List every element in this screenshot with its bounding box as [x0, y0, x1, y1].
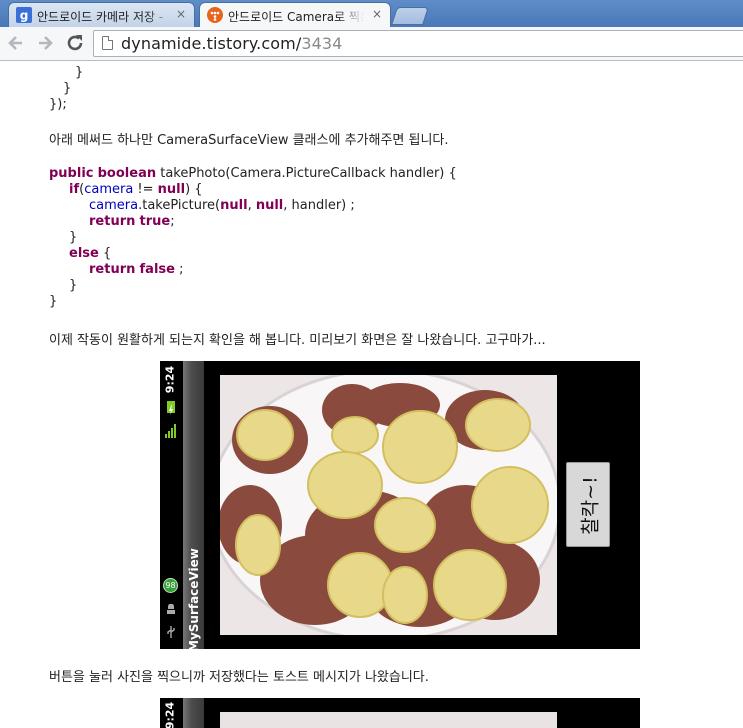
code-field: camera [84, 182, 134, 197]
code-line: } [69, 230, 78, 245]
page-icon [102, 36, 113, 50]
code-field: camera [89, 198, 139, 213]
code-keyword: null [157, 182, 186, 197]
tab-close-icon[interactable]: × [176, 7, 186, 21]
shutter-label: 찰칵~! [579, 476, 602, 535]
status-time: 9:24 [163, 365, 177, 394]
new-tab-button[interactable] [391, 7, 429, 25]
android-screenshot: 9:24 [160, 698, 640, 728]
code-keyword: public [49, 166, 94, 181]
back-arrow-icon[interactable] [5, 32, 27, 54]
code-keyword: false [139, 262, 175, 277]
tab-android-camera-save[interactable]: g 안드로이드 카메라 저장 - × [8, 2, 195, 27]
sweet-potato-preview-image [220, 375, 557, 635]
code-keyword: return [89, 214, 136, 229]
android-status-bar: 9:24 98 [160, 361, 181, 649]
app-title: MySurfaceView [187, 548, 201, 652]
url-path: 3434 [301, 34, 343, 53]
paragraph: 버튼을 눌러 사진을 찍으니까 저장했다는 토스트 메시지가 나왔습니다. [49, 670, 429, 685]
code-keyword: true [139, 214, 171, 229]
code-keyword: else [69, 246, 99, 261]
usb-icon [167, 626, 175, 638]
code-keyword: if [69, 182, 80, 197]
code-text: , [247, 198, 256, 213]
code-line: public boolean takePhoto(Camera.PictureC… [49, 166, 457, 181]
saved-photo-image [220, 712, 557, 728]
code-line: } [75, 65, 84, 80]
code-line: } [69, 278, 78, 293]
shutter-button[interactable]: 찰칵~! [566, 462, 610, 547]
code-keyword: return [89, 262, 136, 277]
signal-icon [165, 424, 176, 438]
tab-android-camera-photo[interactable]: 안드로이드 Camera로 찍은 × [199, 2, 391, 27]
code-text: takePhoto(Camera.PictureCallback handler… [156, 166, 457, 181]
code-line: return false ; [89, 262, 183, 277]
code-text: ) { [185, 182, 203, 197]
code-text: ; [170, 214, 175, 229]
code-text: .takePicture( [138, 198, 221, 213]
paragraph: 이제 작동이 원활하게 되는지 확인을 해 봅니다. 미리보기 화면은 잘 나왔… [49, 333, 546, 348]
clipped-code-line: g ( ) ; [67, 61, 198, 62]
app-title-bar: MySurfaceView [183, 361, 204, 652]
tab-title: 안드로이드 카메라 저장 - [37, 10, 164, 24]
reload-icon[interactable] [64, 32, 86, 54]
code-text: != [133, 182, 158, 197]
code-line: camera.takePicture(null, null, handler) … [89, 198, 355, 213]
google-g-icon: g [16, 7, 32, 23]
code-text: , handler) ; [283, 198, 355, 213]
status-time: 9:24 [163, 701, 177, 728]
code-line: } [63, 81, 72, 96]
app-title-bar [183, 698, 204, 728]
address-bar[interactable]: dynamide.tistory.com/3434 [93, 30, 743, 57]
code-line: else { [69, 246, 111, 261]
url-host: dynamide.tistory.com/ [121, 34, 302, 53]
battery-icon [167, 401, 175, 415]
code-line: } [49, 294, 58, 309]
code-keyword: boolean [97, 166, 157, 181]
paragraph: 아래 메써드 하나만 CameraSurfaceView 클래스에 추가해주면 … [49, 133, 449, 148]
code-text: { [98, 246, 112, 261]
code-line: return true; [89, 214, 175, 229]
code-keyword: null [255, 198, 284, 213]
code-line: }); [49, 97, 67, 112]
forward-arrow-icon[interactable] [34, 32, 56, 54]
browser-toolbar: dynamide.tistory.com/3434 [0, 27, 743, 61]
tab-close-icon[interactable]: × [372, 7, 382, 21]
code-keyword: null [220, 198, 248, 213]
code-line: if(camera != null) { [69, 182, 203, 197]
svg-text:g: g [20, 9, 29, 23]
url-text[interactable]: dynamide.tistory.com/3434 [121, 34, 342, 53]
code-text: ; [174, 262, 184, 277]
notification-badge: 98 [163, 578, 178, 593]
tistory-icon [207, 7, 223, 23]
android-icon [167, 604, 175, 614]
tab-title: 안드로이드 Camera로 찍은 [228, 10, 364, 24]
tab-strip: g 안드로이드 카메라 저장 - × 안드로이드 Camera로 찍은 × [0, 0, 743, 27]
android-screenshot: 9:24 98 MySurfaceView 찰칵~! [160, 361, 640, 652]
article-content: g ( ) ; } } }); 아래 메써드 하나만 CameraSurface… [0, 61, 743, 728]
